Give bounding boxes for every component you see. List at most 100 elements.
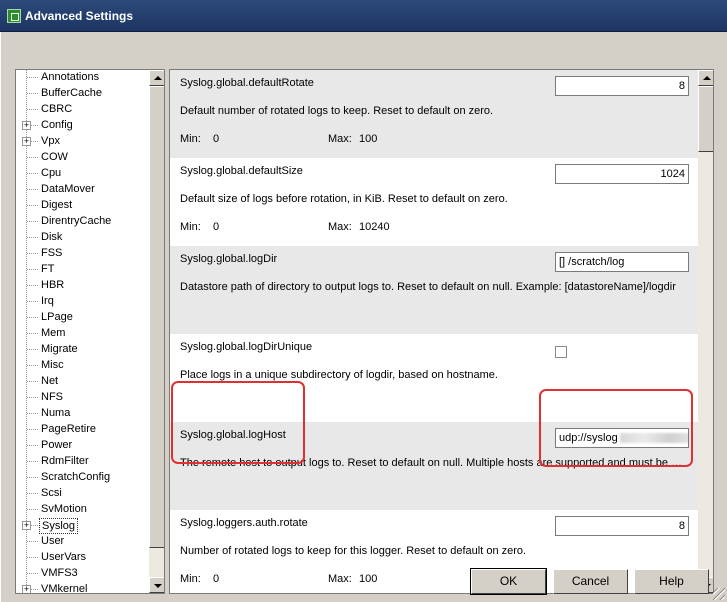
tree-item[interactable]: FT	[16, 261, 149, 277]
ok-button[interactable]: OK	[470, 568, 547, 595]
expand-icon[interactable]: +	[22, 137, 31, 146]
tree-item-label: Irq	[41, 295, 54, 307]
tree-item[interactable]: Net	[16, 373, 149, 389]
expand-icon[interactable]: +	[22, 585, 31, 593]
title-bar[interactable]: Advanced Settings	[0, 0, 727, 32]
tree-connector	[27, 541, 38, 542]
expand-icon[interactable]: +	[22, 521, 31, 530]
tree-item[interactable]: DirentryCache	[16, 213, 149, 229]
tree-connector	[27, 173, 38, 174]
tree-item-label: LPage	[41, 311, 73, 323]
tree-item[interactable]: Digest	[16, 197, 149, 213]
tree-item[interactable]: VMFS3	[16, 565, 149, 581]
tree-item-label: Cpu	[41, 167, 62, 179]
tree-item[interactable]: HBR	[16, 277, 149, 293]
tree-item[interactable]: Migrate	[16, 341, 149, 357]
setting-value: [] /scratch/log	[559, 256, 625, 268]
tree-item[interactable]: DataMover	[16, 181, 149, 197]
tree-item[interactable]: + VMkernel	[16, 581, 149, 593]
tree-item[interactable]: Scsi	[16, 485, 149, 501]
tree-connector	[27, 557, 38, 558]
expand-icon[interactable]: +	[22, 121, 31, 130]
scroll-thumb[interactable]	[149, 86, 164, 548]
settings-app-icon	[7, 9, 21, 23]
tree-item-label: UserVars	[41, 551, 87, 563]
tree-item[interactable]: COW	[16, 149, 149, 165]
tree-item[interactable]: Power	[16, 437, 149, 453]
help-button[interactable]: Help	[634, 569, 709, 594]
tree-connector	[31, 125, 38, 126]
min-value: 0	[213, 133, 220, 145]
setting-description: Place logs in a unique subdirectory of l…	[180, 369, 498, 381]
setting-name: Syslog.global.logDirUnique	[180, 341, 313, 353]
min-label: Min:	[180, 573, 201, 585]
tree-item[interactable]: CBRC	[16, 101, 149, 117]
tree-item[interactable]: + Syslog	[16, 517, 149, 534]
tree-item[interactable]: UserVars	[16, 549, 149, 565]
setting-name: Syslog.global.defaultSize	[180, 165, 303, 177]
resize-grip[interactable]	[713, 588, 725, 600]
max-label: Max:	[328, 133, 352, 145]
settings-tree[interactable]: Annotations BufferCache CBRC + Config + Vpx COW…	[15, 69, 165, 594]
tree-item[interactable]: FSS	[16, 245, 149, 261]
setting-value-input[interactable]: 1024	[555, 164, 689, 184]
settings-scrollbar[interactable]	[698, 70, 713, 593]
setting-row: Syslog.global.logDir Datastore path of di…	[170, 246, 698, 334]
window-title: Advanced Settings	[25, 9, 134, 23]
setting-checkbox[interactable]	[555, 346, 567, 358]
tree-item-label: DirentryCache	[41, 215, 112, 227]
tree-connector	[27, 237, 38, 238]
tree-connector	[31, 525, 38, 526]
scroll-up-button[interactable]	[698, 70, 713, 86]
tree-item-label: RdmFilter	[41, 455, 89, 467]
highlight-box-value	[539, 389, 693, 467]
tree-item[interactable]: + Config	[16, 117, 149, 133]
max-label: Max:	[328, 573, 352, 585]
tree-item[interactable]: Misc	[16, 357, 149, 373]
tree-item-label: BufferCache	[41, 87, 102, 99]
tree-item[interactable]: Mem	[16, 325, 149, 341]
max-label: Max:	[328, 221, 352, 233]
setting-description: Default size of logs before rotation, in…	[180, 193, 508, 205]
tree-connector	[27, 477, 38, 478]
tree-item-label: Digest	[41, 199, 73, 211]
tree-item[interactable]: Cpu	[16, 165, 149, 181]
tree-connector	[27, 253, 38, 254]
tree-item[interactable]: Disk	[16, 229, 149, 245]
tree-item[interactable]: BufferCache	[16, 85, 149, 101]
tree-item[interactable]: NFS	[16, 389, 149, 405]
tree-item[interactable]: Annotations	[16, 70, 149, 85]
tree-item[interactable]: + Vpx	[16, 133, 149, 149]
tree-connector	[27, 509, 38, 510]
max-value: 100	[359, 133, 378, 145]
setting-value-input[interactable]: 8	[555, 76, 689, 96]
setting-value-input[interactable]: [] /scratch/log	[555, 252, 689, 272]
settings-panel[interactable]: Syslog.global.defaultRotate Default numbe…	[169, 69, 714, 594]
tree-item-label: PageRetire	[41, 423, 97, 435]
scroll-down-button[interactable]	[149, 577, 164, 593]
tree-item[interactable]: SvMotion	[16, 501, 149, 517]
tree-connector	[27, 445, 38, 446]
tree-connector	[27, 429, 38, 430]
scroll-thumb[interactable]	[698, 86, 713, 152]
tree-item-label: Power	[41, 439, 73, 451]
tree-item-label: COW	[41, 151, 68, 163]
tree-item[interactable]: ScratchConfig	[16, 469, 149, 485]
tree-item[interactable]: LPage	[16, 309, 149, 325]
tree-scrollbar[interactable]	[149, 70, 164, 593]
tree-item-label: User	[41, 535, 65, 547]
cancel-button[interactable]: Cancel	[553, 569, 628, 594]
tree-item[interactable]: PageRetire	[16, 421, 149, 437]
tree-item[interactable]: Irq	[16, 293, 149, 309]
tree-item[interactable]: User	[16, 533, 149, 549]
tree-connector	[27, 333, 38, 334]
max-value: 100	[359, 573, 378, 585]
setting-row: Syslog.global.defaultRotate Default numbe…	[170, 70, 698, 158]
tree-connector	[27, 317, 38, 318]
tree-item[interactable]: RdmFilter	[16, 453, 149, 469]
setting-value-input[interactable]: 8	[555, 516, 689, 536]
tree-connector	[31, 589, 38, 590]
tree-item[interactable]: Numa	[16, 405, 149, 421]
tree-item-label: Numa	[41, 407, 71, 419]
scroll-up-button[interactable]	[149, 70, 164, 86]
